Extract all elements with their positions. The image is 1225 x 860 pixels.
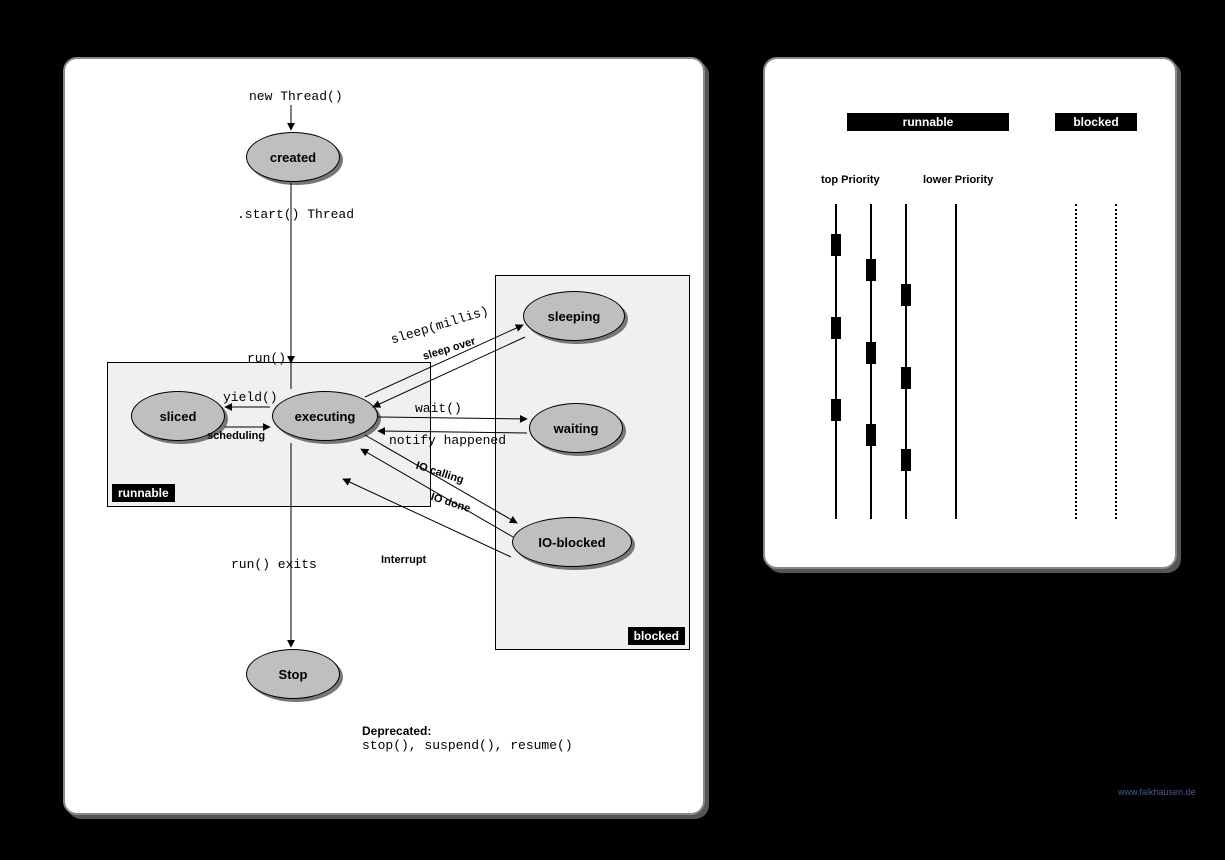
label-interrupt: Interrupt <box>381 554 426 566</box>
watermark: www.falkhausen.de <box>1118 787 1196 797</box>
node-waiting-label: waiting <box>554 421 599 436</box>
label-wait: wait() <box>415 401 462 416</box>
label-new-thread: new Thread() <box>249 89 343 104</box>
label-scheduling: scheduling <box>207 430 265 442</box>
deprecated-body: stop(), suspend(), resume() <box>362 738 573 753</box>
group-runnable-label: runnable <box>112 484 175 502</box>
deprecated-title: Deprecated: <box>362 724 573 738</box>
exec-tick <box>831 234 841 256</box>
priority-panel: runnable blocked top Priority lower Prio… <box>763 57 1177 569</box>
tag-blocked: blocked <box>1055 113 1137 131</box>
exec-tick <box>831 399 841 421</box>
node-sleeping: sleeping <box>523 291 625 341</box>
exec-tick <box>831 317 841 339</box>
group-blocked-label: blocked <box>628 627 685 645</box>
node-sleeping-label: sleeping <box>548 309 601 324</box>
label-run-exits: run() exits <box>231 557 317 572</box>
tag-runnable: runnable <box>847 113 1009 131</box>
label-top-priority: top Priority <box>821 174 880 186</box>
exec-tick <box>901 449 911 471</box>
exec-tick <box>866 259 876 281</box>
node-executing-label: executing <box>295 409 356 424</box>
timeline-3 <box>905 204 907 519</box>
timeline-4 <box>955 204 957 519</box>
node-executing: executing <box>272 391 378 441</box>
deprecated-box: Deprecated: stop(), suspend(), resume() <box>362 724 573 753</box>
timeline-6 <box>1115 204 1117 519</box>
label-notify-text: notify happened <box>389 433 506 448</box>
node-sliced-label: sliced <box>160 409 197 424</box>
node-stop: Stop <box>246 649 340 699</box>
timeline-5 <box>1075 204 1077 519</box>
node-waiting: waiting <box>529 403 623 453</box>
node-created-label: created <box>270 150 316 165</box>
node-stop-label: Stop <box>279 667 308 682</box>
label-start: .start() Thread <box>237 207 354 222</box>
label-run: run() <box>247 351 286 366</box>
label-run-exits-text: run() exits <box>231 557 317 572</box>
label-sleep-over: sleep over <box>421 335 477 362</box>
exec-tick <box>901 284 911 306</box>
label-lower-priority: lower Priority <box>923 174 993 186</box>
label-notify: notify happened <box>389 433 506 448</box>
node-ioblocked-label: IO-blocked <box>538 535 605 550</box>
label-yield: yield() <box>223 390 278 405</box>
exec-tick <box>866 342 876 364</box>
label-io-done: IO done <box>429 491 472 515</box>
exec-tick <box>901 367 911 389</box>
state-diagram-panel: blocked runnable created sliced executin… <box>63 57 705 815</box>
node-created: created <box>246 132 340 182</box>
label-start-text: .start() Thread <box>237 207 354 222</box>
exec-tick <box>866 424 876 446</box>
node-ioblocked: IO-blocked <box>512 517 632 567</box>
